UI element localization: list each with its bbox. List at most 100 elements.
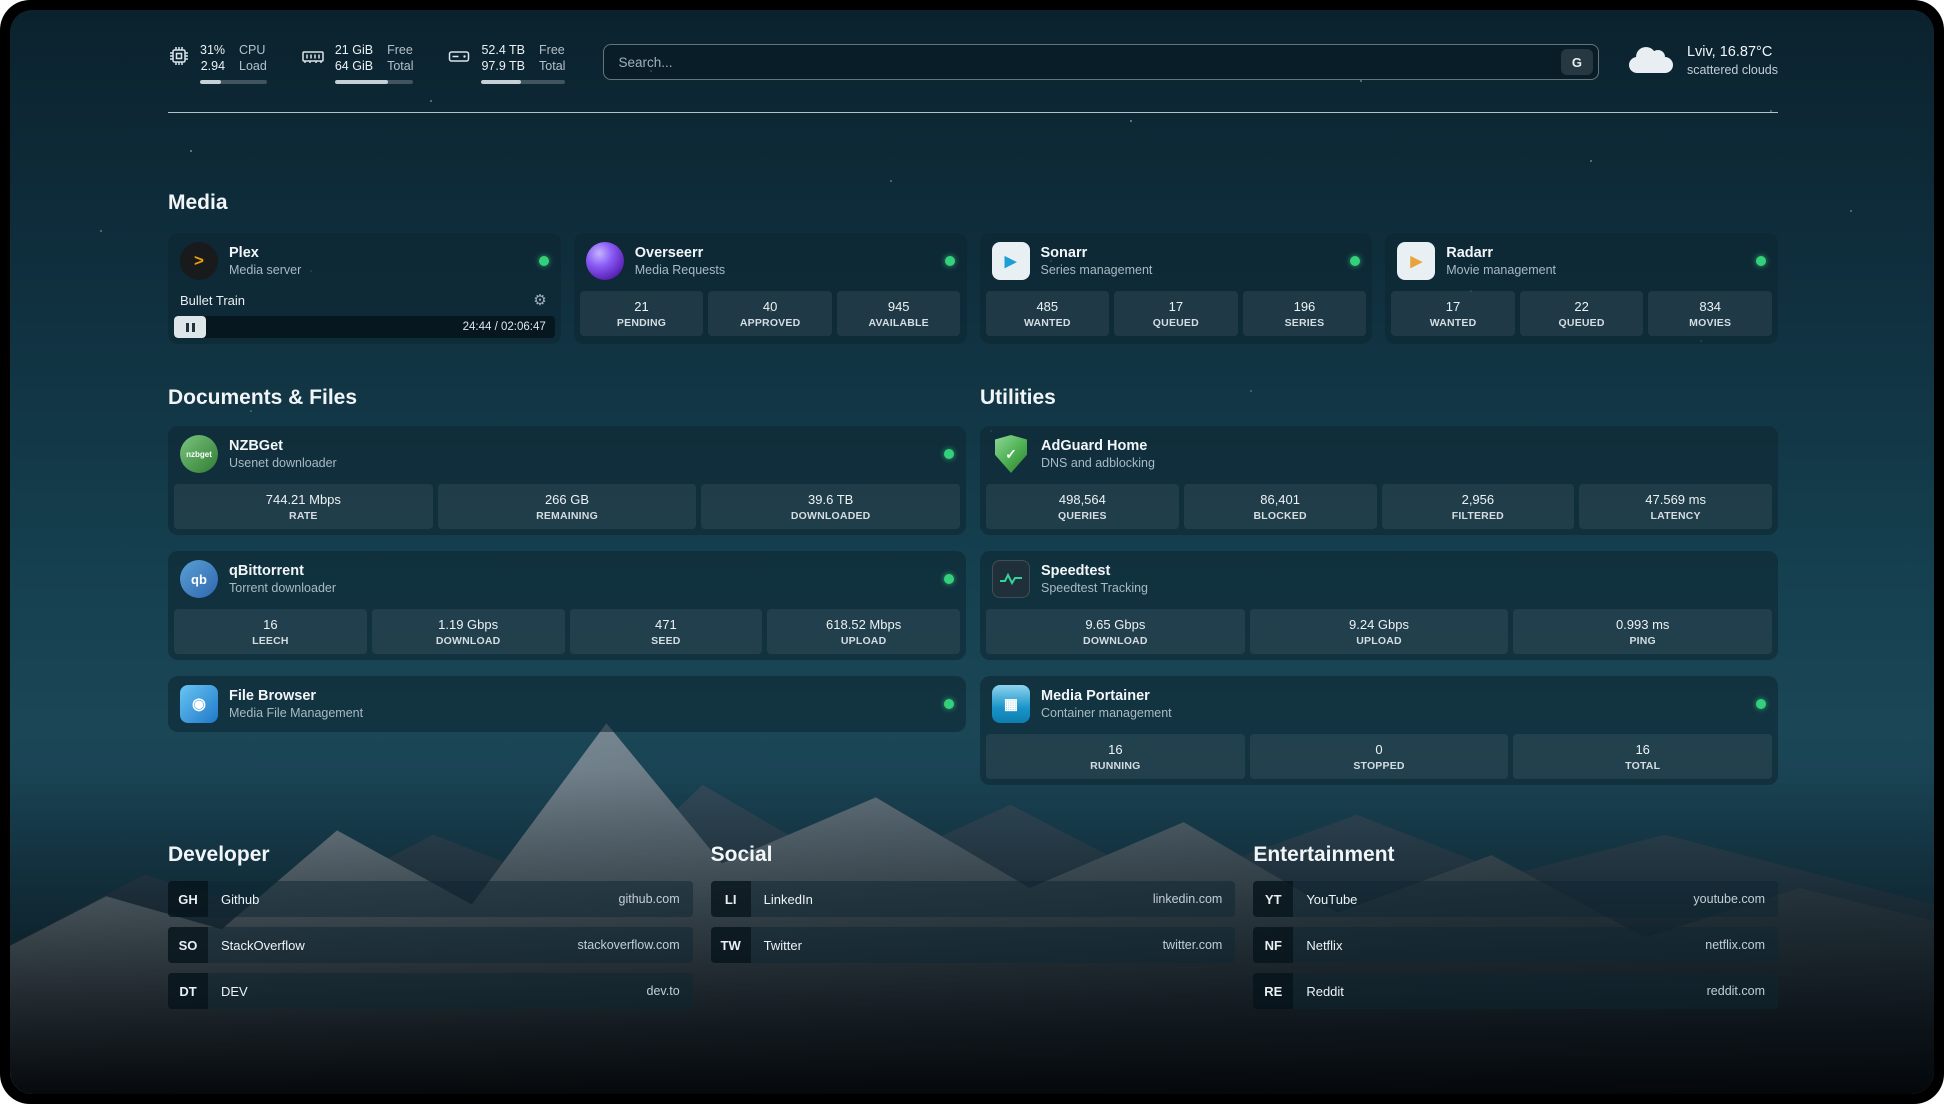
cpu-monitor: 31% 2.94 CPU Load bbox=[168, 42, 267, 84]
stat-label: UPLOAD bbox=[1252, 635, 1507, 647]
service-name: Radarr bbox=[1446, 245, 1556, 261]
service-card-radarr[interactable]: ▶ Radarr Movie management 17 WANTED bbox=[1385, 233, 1778, 344]
service-card-adguard[interactable]: ✓ AdGuard Home DNS and adblocking 498,56… bbox=[980, 426, 1778, 535]
search-input[interactable] bbox=[618, 55, 1561, 70]
service-card-sonarr[interactable]: ▶ Sonarr Series management 485 WANTED bbox=[980, 233, 1373, 344]
bookmark-name: Reddit bbox=[1306, 984, 1344, 999]
stat-value: 834 bbox=[1650, 299, 1770, 314]
speedtest-icon bbox=[992, 560, 1030, 598]
card-header: ▶ Radarr Movie management bbox=[1385, 233, 1778, 289]
stat-stopped: 0 STOPPED bbox=[1250, 734, 1509, 779]
cpu-progress-fill bbox=[200, 80, 221, 84]
bookmark-name: DEV bbox=[221, 984, 248, 999]
bookmark-domain: dev.to bbox=[647, 984, 680, 998]
bookmark-stackoverflow[interactable]: SO StackOverflow stackoverflow.com bbox=[168, 927, 693, 963]
stats-row: 17 WANTED 22 QUEUED 834 MOVIES bbox=[1385, 289, 1778, 342]
service-card-plex[interactable]: > Plex Media server Bullet Train ⚙ bbox=[168, 233, 561, 344]
cpu-load-value: 2.94 bbox=[201, 58, 225, 74]
filebrowser-icon: ◉ bbox=[180, 685, 218, 723]
stat-label: RUNNING bbox=[988, 760, 1243, 772]
player-progress-bar[interactable]: 24:44 / 02:06:47 bbox=[174, 316, 555, 338]
service-card-overseerr[interactable]: Overseerr Media Requests 21 PENDING bbox=[574, 233, 967, 344]
section-utilities: Utilities ✓ AdGuard Home DNS and adblock… bbox=[980, 386, 1778, 785]
bookmark-twitter[interactable]: TW Twitter twitter.com bbox=[711, 927, 1236, 963]
storage-progress-track bbox=[481, 80, 565, 84]
search-provider-button[interactable]: G bbox=[1561, 49, 1593, 75]
service-card-portainer[interactable]: ▦ Media Portainer Container management 1… bbox=[980, 676, 1778, 785]
sonarr-icon: ▶ bbox=[992, 242, 1030, 280]
section-title-documents: Documents & Files bbox=[168, 386, 966, 410]
bookmark-name: Github bbox=[221, 892, 259, 907]
bookmark-domain: youtube.com bbox=[1693, 892, 1765, 906]
stat-value: 39.6 TB bbox=[703, 492, 958, 507]
overseerr-icon bbox=[586, 242, 624, 280]
stat-value: 17 bbox=[1116, 299, 1236, 314]
card-header: > Plex Media server bbox=[168, 233, 561, 289]
bookmark-name: YouTube bbox=[1306, 892, 1357, 907]
stat-approved: 40 APPROVED bbox=[708, 291, 832, 336]
service-subtitle: Usenet downloader bbox=[229, 456, 337, 470]
service-card-qbittorrent[interactable]: qb qBittorrent Torrent downloader 16 bbox=[168, 551, 966, 660]
stat-label: PENDING bbox=[582, 317, 702, 329]
stats-row: 16 RUNNING 0 STOPPED 16 TOTAL bbox=[980, 732, 1778, 785]
bookmark-github[interactable]: GH Github github.com bbox=[168, 881, 693, 917]
stat-value: 9.24 Gbps bbox=[1252, 617, 1507, 632]
weather-location: Lviv, 16.87°C bbox=[1687, 44, 1778, 60]
stat-label: RATE bbox=[176, 510, 431, 522]
service-name: Plex bbox=[229, 245, 301, 261]
status-dot bbox=[539, 256, 549, 266]
bookmark-dev[interactable]: DT DEV dev.to bbox=[168, 973, 693, 1009]
stat-value: 1.19 Gbps bbox=[374, 617, 563, 632]
stat-label: DOWNLOADED bbox=[703, 510, 958, 522]
stat-ping: 0.993 ms PING bbox=[1513, 609, 1772, 654]
stats-row: 744.21 Mbps RATE 266 GB REMAINING 39.6 T… bbox=[168, 482, 966, 535]
bookmark-domain: linkedin.com bbox=[1153, 892, 1222, 906]
service-card-filebrowser[interactable]: ◉ File Browser Media File Management bbox=[168, 676, 966, 732]
settings-gear-icon[interactable]: ⚙ bbox=[533, 291, 546, 309]
bookmark-abbr: DT bbox=[168, 973, 208, 1009]
stat-label: MOVIES bbox=[1650, 317, 1770, 329]
bookmark-name: StackOverflow bbox=[221, 938, 305, 953]
memory-label-2: Total bbox=[387, 58, 413, 74]
stat-value: 485 bbox=[988, 299, 1108, 314]
service-name: Overseerr bbox=[635, 245, 725, 261]
stat-upload: 9.24 Gbps UPLOAD bbox=[1250, 609, 1509, 654]
section-title-utilities: Utilities bbox=[980, 386, 1778, 410]
header-divider bbox=[168, 112, 1778, 113]
section-developer: Developer GH Github github.com SO StackO… bbox=[168, 843, 693, 1009]
stat-value: 2,956 bbox=[1384, 492, 1573, 507]
card-header: ◉ File Browser Media File Management bbox=[168, 676, 966, 732]
stat-value: 498,564 bbox=[988, 492, 1177, 507]
bookmark-youtube[interactable]: YT YouTube youtube.com bbox=[1253, 881, 1778, 917]
bookmark-abbr: TW bbox=[711, 927, 751, 963]
cpu-label-2: Load bbox=[239, 58, 267, 74]
memory-label-1: Free bbox=[387, 42, 413, 58]
search-bar[interactable]: G bbox=[603, 44, 1599, 80]
service-card-nzbget[interactable]: nzbget NZBGet Usenet downloader 744.21 M… bbox=[168, 426, 966, 535]
stat-value: 16 bbox=[176, 617, 365, 632]
stat-label: DOWNLOAD bbox=[988, 635, 1243, 647]
stat-value: 16 bbox=[988, 742, 1243, 757]
storage-label-2: Total bbox=[539, 58, 565, 74]
card-header: Overseerr Media Requests bbox=[574, 233, 967, 289]
plex-icon: > bbox=[180, 242, 218, 280]
service-card-speedtest[interactable]: Speedtest Speedtest Tracking 9.65 Gbps D… bbox=[980, 551, 1778, 660]
card-header: ✓ AdGuard Home DNS and adblocking bbox=[980, 426, 1778, 482]
memory-icon bbox=[301, 42, 325, 84]
bookmark-linkedin[interactable]: LI LinkedIn linkedin.com bbox=[711, 881, 1236, 917]
pause-button[interactable] bbox=[174, 316, 206, 338]
bookmark-reddit[interactable]: RE Reddit reddit.com bbox=[1253, 973, 1778, 1009]
service-name: Media Portainer bbox=[1041, 688, 1172, 704]
portainer-icon: ▦ bbox=[992, 685, 1030, 723]
stat-value: 86,401 bbox=[1186, 492, 1375, 507]
stat-queued: 17 QUEUED bbox=[1114, 291, 1238, 336]
status-dot bbox=[1350, 256, 1360, 266]
weather-condition: scattered clouds bbox=[1687, 63, 1778, 77]
stat-label: QUERIES bbox=[988, 510, 1177, 522]
radarr-icon: ▶ bbox=[1397, 242, 1435, 280]
service-subtitle: Media Requests bbox=[635, 263, 725, 277]
stat-label: STOPPED bbox=[1252, 760, 1507, 772]
stat-latency: 47.569 ms LATENCY bbox=[1579, 484, 1772, 529]
bookmark-netflix[interactable]: NF Netflix netflix.com bbox=[1253, 927, 1778, 963]
stat-rate: 744.21 Mbps RATE bbox=[174, 484, 433, 529]
